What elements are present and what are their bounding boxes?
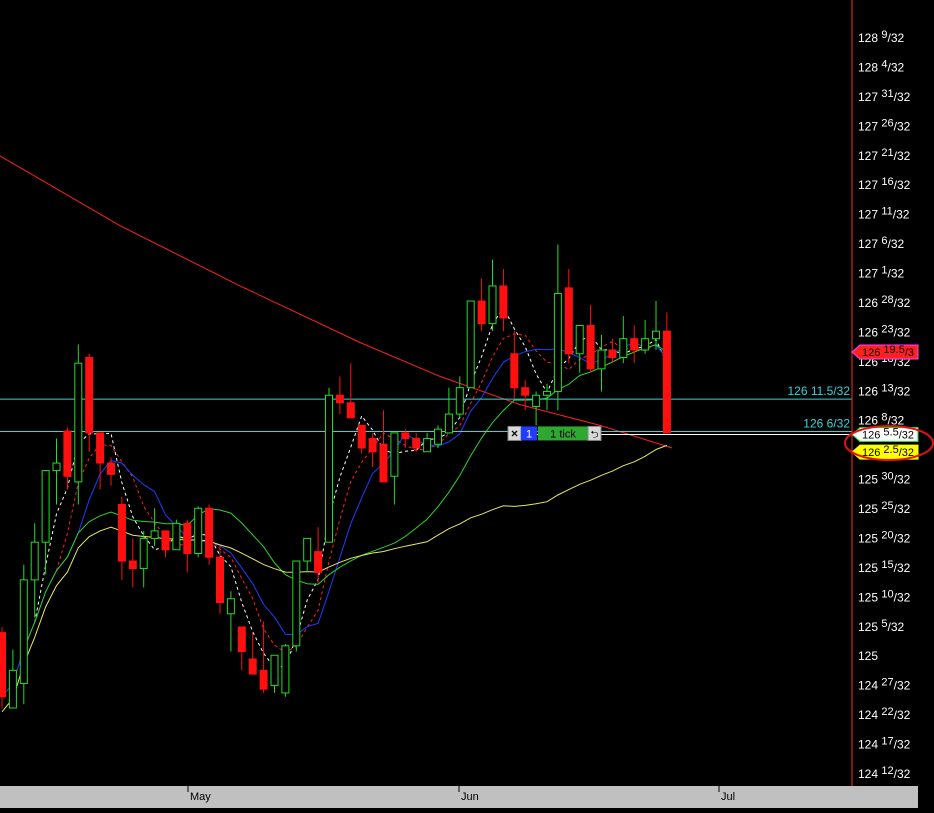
- order-widget[interactable]: × 1 1 tick ⮌: [507, 425, 602, 441]
- candle-down[interactable]: [412, 438, 421, 449]
- x-axis-label: Jul: [721, 791, 735, 803]
- candle-down[interactable]: [183, 522, 192, 554]
- candle-up[interactable]: [150, 530, 159, 539]
- candle-down[interactable]: [357, 424, 366, 449]
- candle-down[interactable]: [0, 632, 6, 698]
- candle-up[interactable]: [139, 537, 148, 570]
- price-tick-label: 127 6/32: [858, 235, 904, 251]
- candle-down[interactable]: [107, 462, 115, 475]
- candle-up[interactable]: [575, 325, 584, 355]
- x-axis-label: Jun: [461, 791, 479, 803]
- candle-down[interactable]: [499, 285, 508, 319]
- candle-up[interactable]: [619, 338, 628, 359]
- candle-down[interactable]: [216, 556, 224, 603]
- candle-up[interactable]: [455, 387, 464, 415]
- candle-up[interactable]: [292, 560, 301, 647]
- candle-up[interactable]: [466, 300, 475, 389]
- candle-up[interactable]: [434, 428, 442, 445]
- candle-up[interactable]: [30, 541, 39, 581]
- candle-up[interactable]: [281, 645, 290, 694]
- candle-down[interactable]: [96, 432, 105, 464]
- candle-down[interactable]: [259, 669, 268, 690]
- candle-up[interactable]: [543, 390, 551, 396]
- candle-down[interactable]: [346, 402, 355, 419]
- candle-down[interactable]: [85, 357, 94, 434]
- candle-down[interactable]: [630, 338, 639, 351]
- candle-up[interactable]: [270, 654, 279, 686]
- candle-up[interactable]: [444, 413, 453, 434]
- candle-down[interactable]: [401, 432, 410, 440]
- candle-up[interactable]: [303, 537, 312, 562]
- candle-up[interactable]: [597, 349, 606, 370]
- candle-down[interactable]: [586, 325, 595, 370]
- candle-down[interactable]: [128, 560, 137, 570]
- candle-down[interactable]: [662, 330, 671, 434]
- candle-down[interactable]: [564, 287, 573, 355]
- candle-down[interactable]: [161, 530, 170, 551]
- candle-up[interactable]: [19, 579, 28, 685]
- candle-up[interactable]: [532, 394, 541, 408]
- cancel-order-label: ⮌: [590, 429, 598, 440]
- candle-down[interactable]: [368, 438, 377, 453]
- close-order-label: ×: [511, 426, 518, 440]
- candle-down[interactable]: [248, 658, 257, 675]
- candle-up[interactable]: [52, 462, 61, 472]
- candle-up[interactable]: [652, 330, 660, 340]
- candle-up[interactable]: [553, 292, 562, 392]
- candle-up[interactable]: [172, 522, 181, 551]
- candle-down[interactable]: [379, 443, 388, 483]
- candle-down[interactable]: [521, 387, 530, 396]
- candle-down[interactable]: [608, 349, 617, 359]
- candle-up[interactable]: [8, 669, 17, 709]
- hline-label: 126 6/32: [803, 416, 850, 430]
- order-quantity-label: 1: [526, 428, 532, 440]
- candle-up[interactable]: [488, 285, 497, 325]
- hline-label: 126 11.5/32: [787, 384, 850, 398]
- candle-down[interactable]: [237, 626, 246, 652]
- candlestick-chart[interactable]: 126 11.5/32 126 6/32 128 9/32 128 4/32 127 …: [0, 0, 934, 808]
- candle-up[interactable]: [41, 470, 50, 543]
- chart-area[interactable]: 126 11.5/32 126 6/32 128 9/32 128 4/32 127 …: [0, 0, 934, 808]
- x-axis-label: May: [190, 791, 211, 803]
- candle-up[interactable]: [194, 507, 203, 554]
- candle-down[interactable]: [510, 353, 519, 389]
- candle-up[interactable]: [74, 362, 83, 483]
- candle-up[interactable]: [325, 394, 333, 543]
- candle-up[interactable]: [641, 338, 650, 351]
- chart-background: [0, 0, 934, 808]
- candle-down[interactable]: [314, 551, 323, 573]
- candle-down[interactable]: [117, 504, 126, 562]
- candle-up[interactable]: [423, 438, 432, 453]
- candle-down[interactable]: [205, 507, 214, 558]
- price-tick-label: 128 4/32: [858, 58, 904, 74]
- order-tick-label: 1 tick: [550, 428, 576, 440]
- candle-up[interactable]: [226, 598, 235, 615]
- price-tick-label: 127 1/32: [858, 265, 904, 281]
- candle-up[interactable]: [390, 432, 399, 477]
- price-tick-label: 125 5/32: [858, 618, 904, 634]
- candle-down[interactable]: [477, 300, 486, 325]
- price-tick-label: 128 9/32: [858, 29, 904, 45]
- price-tick-label: 125: [858, 649, 878, 663]
- candle-down[interactable]: [63, 430, 72, 477]
- candle-down[interactable]: [335, 394, 344, 404]
